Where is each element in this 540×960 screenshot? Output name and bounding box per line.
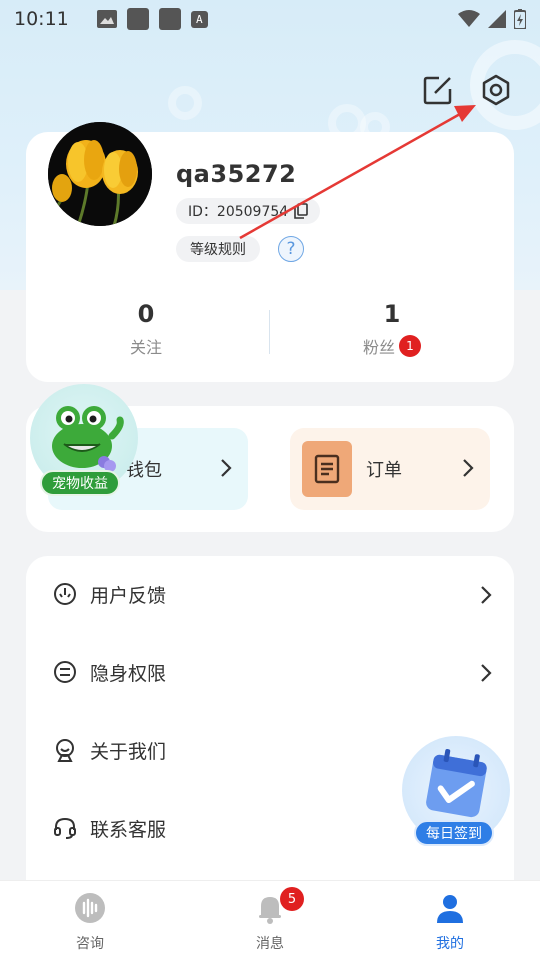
status-time: 10:11 [14, 8, 69, 30]
chevron-right-icon [481, 664, 492, 682]
menu-item-label: 隐身权限 [90, 662, 167, 685]
daily-signin-label: 每日签到 [414, 820, 494, 846]
tab-messages[interactable]: 5 消息 [220, 887, 320, 953]
consult-icon [75, 893, 105, 923]
tab-mine[interactable]: 我的 [400, 891, 500, 953]
following-count: 0 [137, 300, 155, 328]
gallery-icon [96, 10, 117, 28]
pet-earnings-label: 宠物收益 [40, 470, 120, 496]
decor-ring [168, 86, 202, 120]
menu-item-feedback[interactable]: 用户反馈 [52, 574, 492, 614]
orders-tile[interactable]: 订单 [290, 428, 490, 510]
user-id-pill[interactable]: ID：20509754 [176, 198, 321, 224]
followers-badge: 1 [399, 335, 421, 357]
username: qa35272 [176, 160, 297, 188]
following-label: 关注 [129, 338, 162, 357]
chevron-right-icon [463, 459, 474, 477]
settings-button[interactable] [478, 72, 514, 108]
tab-label: 咨询 [76, 936, 104, 952]
order-icon [302, 441, 352, 497]
level-rules-button[interactable]: 等级规则 [176, 236, 260, 262]
menu-item-invisible[interactable]: 隐身权限 [52, 652, 492, 692]
avatar[interactable] [48, 122, 152, 226]
following-stat[interactable]: 0 关注 [66, 300, 226, 358]
pet-earnings-widget[interactable]: 宠物收益 [30, 384, 138, 496]
settings-gear-icon [482, 74, 510, 106]
feedback-icon [52, 581, 78, 607]
profile-card: qa35272 ID：20509754 等级规则 ? 0 关注 1 粉丝 1 [26, 122, 514, 382]
followers-label: 粉丝 [362, 338, 395, 357]
menu-item-label: 用户反馈 [90, 584, 167, 607]
chevron-right-icon [481, 586, 492, 604]
user-id-text: ID：20509754 [188, 204, 289, 220]
tab-label: 消息 [256, 936, 284, 952]
about-icon [52, 737, 78, 763]
followers-stat[interactable]: 1 粉丝 1 [312, 300, 472, 358]
daily-signin-widget[interactable]: 每日签到 [400, 736, 512, 848]
battery-charging-icon [514, 9, 526, 29]
orders-label: 订单 [366, 460, 402, 481]
tab-consult[interactable]: 咨询 [40, 891, 140, 953]
followers-count: 1 [383, 300, 401, 328]
chevron-right-icon [221, 459, 232, 477]
help-icon[interactable]: ? [278, 236, 304, 262]
keyboard-a-icon: A [190, 10, 208, 28]
messages-badge: 5 [280, 887, 304, 911]
menu-item-label: 联系客服 [90, 818, 167, 841]
calendar-check-icon [426, 749, 487, 818]
edit-profile-button[interactable] [420, 72, 456, 108]
menu-item-label: 关于我们 [90, 740, 167, 763]
headset-icon [52, 815, 78, 841]
status-bar: 10:11 A [0, 0, 540, 38]
app-notification-icon [126, 8, 149, 30]
wifi-icon [458, 10, 480, 27]
frog-pet-icon [52, 406, 124, 472]
stat-divider [269, 310, 270, 354]
avatar-tulips-image [48, 122, 152, 226]
edit-icon [423, 76, 452, 105]
signal-icon [488, 10, 506, 28]
bottom-tab-bar: 咨询 5 消息 我的 [0, 880, 540, 960]
invisible-icon [52, 659, 78, 685]
tab-label: 我的 [436, 936, 464, 952]
copy-icon[interactable] [294, 203, 308, 219]
app-notification-icon [158, 8, 181, 30]
user-icon [437, 895, 463, 923]
